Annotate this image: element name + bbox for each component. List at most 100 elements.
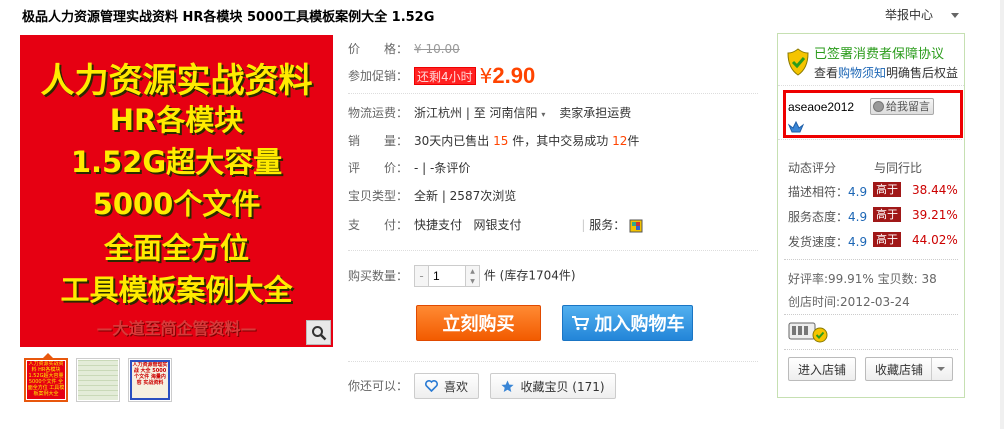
good-rate-text: 好评率:99.91% 宝贝数: 38 — [788, 272, 937, 286]
seller-sidebar: 已签署消费者保障协议 查看购物须知明确售后权益 aseaoe2012 给我留言 … — [777, 33, 965, 398]
favorite-shop-button[interactable]: 收藏店铺 — [865, 357, 953, 381]
notice-text: 查看购物须知明确售后权益 — [814, 64, 958, 81]
ship-separator: | 至 — [465, 106, 486, 120]
image-text-line: 人力资源实战资料 — [40, 61, 313, 101]
main-product-image[interactable]: 人力资源实战资料 HR各模块 1.52G超大容量 5000个文件 全面全方位 工… — [20, 35, 333, 347]
shipping-row: 物流运费： 浙江杭州 | 至 河南信阳 ▾ 卖家承担运费 — [348, 104, 631, 121]
cart-icon — [571, 316, 589, 331]
thumbnail-strip: 人力资源实战资料 HR各模块 1.52G超大容量 5000个文件 全面全方位 工… — [24, 353, 172, 402]
item-title: 极品人力资源管理实战资料 HR各模块 5000工具模板案例大全 1.52G — [22, 10, 435, 25]
rating-label: 评 价： — [348, 161, 409, 175]
notice-prefix: 查看 — [814, 66, 839, 80]
price-label: 价 格： — [348, 42, 409, 56]
payment-option: 快捷支付 — [414, 218, 463, 232]
quantity-arrows[interactable]: ▲ ▼ — [465, 266, 479, 286]
shipping-note: 卖家承担运费 — [559, 106, 632, 120]
divider — [348, 93, 758, 94]
report-center-link[interactable]: 举报中心 — [885, 6, 960, 23]
thumbnail-text — [78, 360, 118, 400]
dropdown-toggle[interactable] — [931, 358, 949, 380]
sales-label: 销 量： — [348, 134, 409, 148]
arrow-down-icon[interactable]: ▼ — [466, 276, 479, 286]
guarantee-panel: 已签署消费者保障协议 查看购物须知明确售后权益 — [778, 34, 964, 86]
favorite-shop-label: 收藏店铺 — [874, 362, 923, 377]
thumbnail[interactable] — [76, 358, 120, 402]
type-text: 全新 | 2587次浏览 — [414, 189, 517, 203]
highlight-box — [783, 90, 963, 138]
sales-text: 件 — [627, 134, 640, 148]
countdown-badge: 还剩4小时 — [414, 67, 476, 85]
image-text-line: 全面全方位 — [103, 231, 249, 265]
score-label: 服务态度： — [788, 210, 849, 224]
ship-from: 浙江杭州 — [414, 106, 463, 120]
thumbnail[interactable]: 人力资源管理实战 大全 5000个文件 海量内容 实战资料 — [128, 358, 172, 402]
price-row: 价 格： ¥ 10.00 — [348, 40, 460, 57]
like-button[interactable]: 喜欢 — [414, 373, 480, 399]
guarantee-text[interactable]: 已签署消费者保障协议 — [814, 43, 944, 62]
arrow-up-icon[interactable]: ▲ — [466, 266, 479, 276]
sales-text: 30天内已售出 — [414, 134, 490, 148]
add-to-cart-label: 加入购物车 — [594, 314, 685, 335]
also-label: 你还可以： — [348, 378, 409, 393]
payment-label: 支 付： — [348, 218, 409, 232]
image-text-line: HR各模块 — [109, 103, 244, 137]
score-row: 描述相符：4.9 高于 38.44% — [788, 182, 960, 200]
thumbnail[interactable]: 人力资源实战资料 HR各模块 1.52G超大容量 5000个文件 全面全方位 工… — [24, 353, 68, 402]
rating-text[interactable]: - | -条评价 — [414, 161, 470, 175]
heart-icon — [425, 380, 438, 392]
compare-percent: 39.21% — [912, 208, 958, 222]
score-value[interactable]: 4.9 — [848, 185, 867, 199]
also-row: 你还可以： 喜欢 收藏宝贝 (171) — [348, 373, 616, 399]
promo-price: 2.90 — [492, 63, 536, 88]
guarantee-shield-icon — [787, 48, 809, 76]
notice-suffix: 明确售后权益 — [886, 66, 959, 80]
shipping-label: 物流运费： — [348, 106, 409, 120]
compare-badge: 高于 — [873, 182, 901, 197]
success-count: 12 — [612, 134, 628, 148]
compare-badge: 高于 — [873, 232, 901, 247]
sales-count: 15 — [493, 134, 509, 148]
favorite-item-button[interactable]: 收藏宝贝 (171) — [490, 373, 616, 399]
buy-now-button[interactable]: 立刻购买 — [416, 305, 541, 341]
original-price: ¥ 10.00 — [414, 42, 460, 56]
rating-row: 评 价： - | -条评价 — [348, 159, 470, 176]
thumbnail-text: 人力资源管理实战 大全 5000个文件 海量内容 实战资料 — [130, 360, 170, 400]
compare-label: 与同行比 — [874, 161, 923, 175]
add-to-cart-button[interactable]: 加入购物车 — [562, 305, 693, 341]
scores-header: 动态评分 与同行比 — [788, 159, 958, 176]
score-row: 发货速度：4.9 高于 44.02% — [788, 232, 960, 250]
type-label: 宝贝类型： — [348, 189, 409, 203]
promo-label: 参加促销： — [348, 68, 409, 83]
notice-link[interactable]: 购物须知 — [838, 66, 886, 80]
image-text-line: 1.52G超大容量 — [70, 145, 283, 179]
report-label: 举报中心 — [885, 8, 934, 22]
quantity-row: 购买数量：- ▲▼ 件 (库存1704件) — [348, 265, 576, 287]
divider — [784, 259, 958, 260]
service-label: 服务： — [589, 218, 626, 232]
chevron-down-icon — [951, 13, 960, 18]
certification-icon[interactable] — [788, 321, 830, 343]
shop-created-text: 创店时间:2012-03-24 — [788, 295, 910, 309]
scrollbar[interactable] — [1000, 0, 1004, 429]
ship-destination: 河南信阳 — [489, 106, 538, 120]
enter-shop-button[interactable]: 进入店铺 — [788, 357, 856, 381]
payment-option: 网银支付 — [473, 218, 522, 232]
quantity-input[interactable] — [429, 266, 465, 286]
divider — [348, 250, 758, 251]
sales-text: 件，其中交易成功 — [512, 134, 609, 148]
quantity-label: 购买数量： — [348, 268, 409, 283]
zoom-icon[interactable] — [306, 320, 331, 345]
score-value[interactable]: 4.9 — [848, 210, 867, 224]
promo-row: 参加促销： 还剩4小时 ¥2.90 — [348, 63, 535, 89]
payment-row: 支 付： 快捷支付 网银支付 | 服务： — [348, 216, 643, 233]
ship-destination-select[interactable]: 河南信阳 ▾ — [490, 106, 546, 120]
service-icon[interactable] — [629, 219, 643, 233]
quantity-stepper[interactable]: - ▲▼ — [414, 265, 480, 287]
score-value[interactable]: 4.9 — [848, 235, 867, 249]
thumbnail-text: 人力资源实战资料 HR各模块 1.52G超大容量 5000个文件 全面全方位 工… — [27, 361, 65, 399]
favorite-item-label: 收藏宝贝 (171) — [520, 379, 605, 394]
compare-badge: 高于 — [873, 207, 901, 222]
compare-percent: 38.44% — [912, 183, 958, 197]
minus-icon[interactable]: - — [415, 266, 429, 286]
compare-percent: 44.02% — [912, 233, 958, 247]
